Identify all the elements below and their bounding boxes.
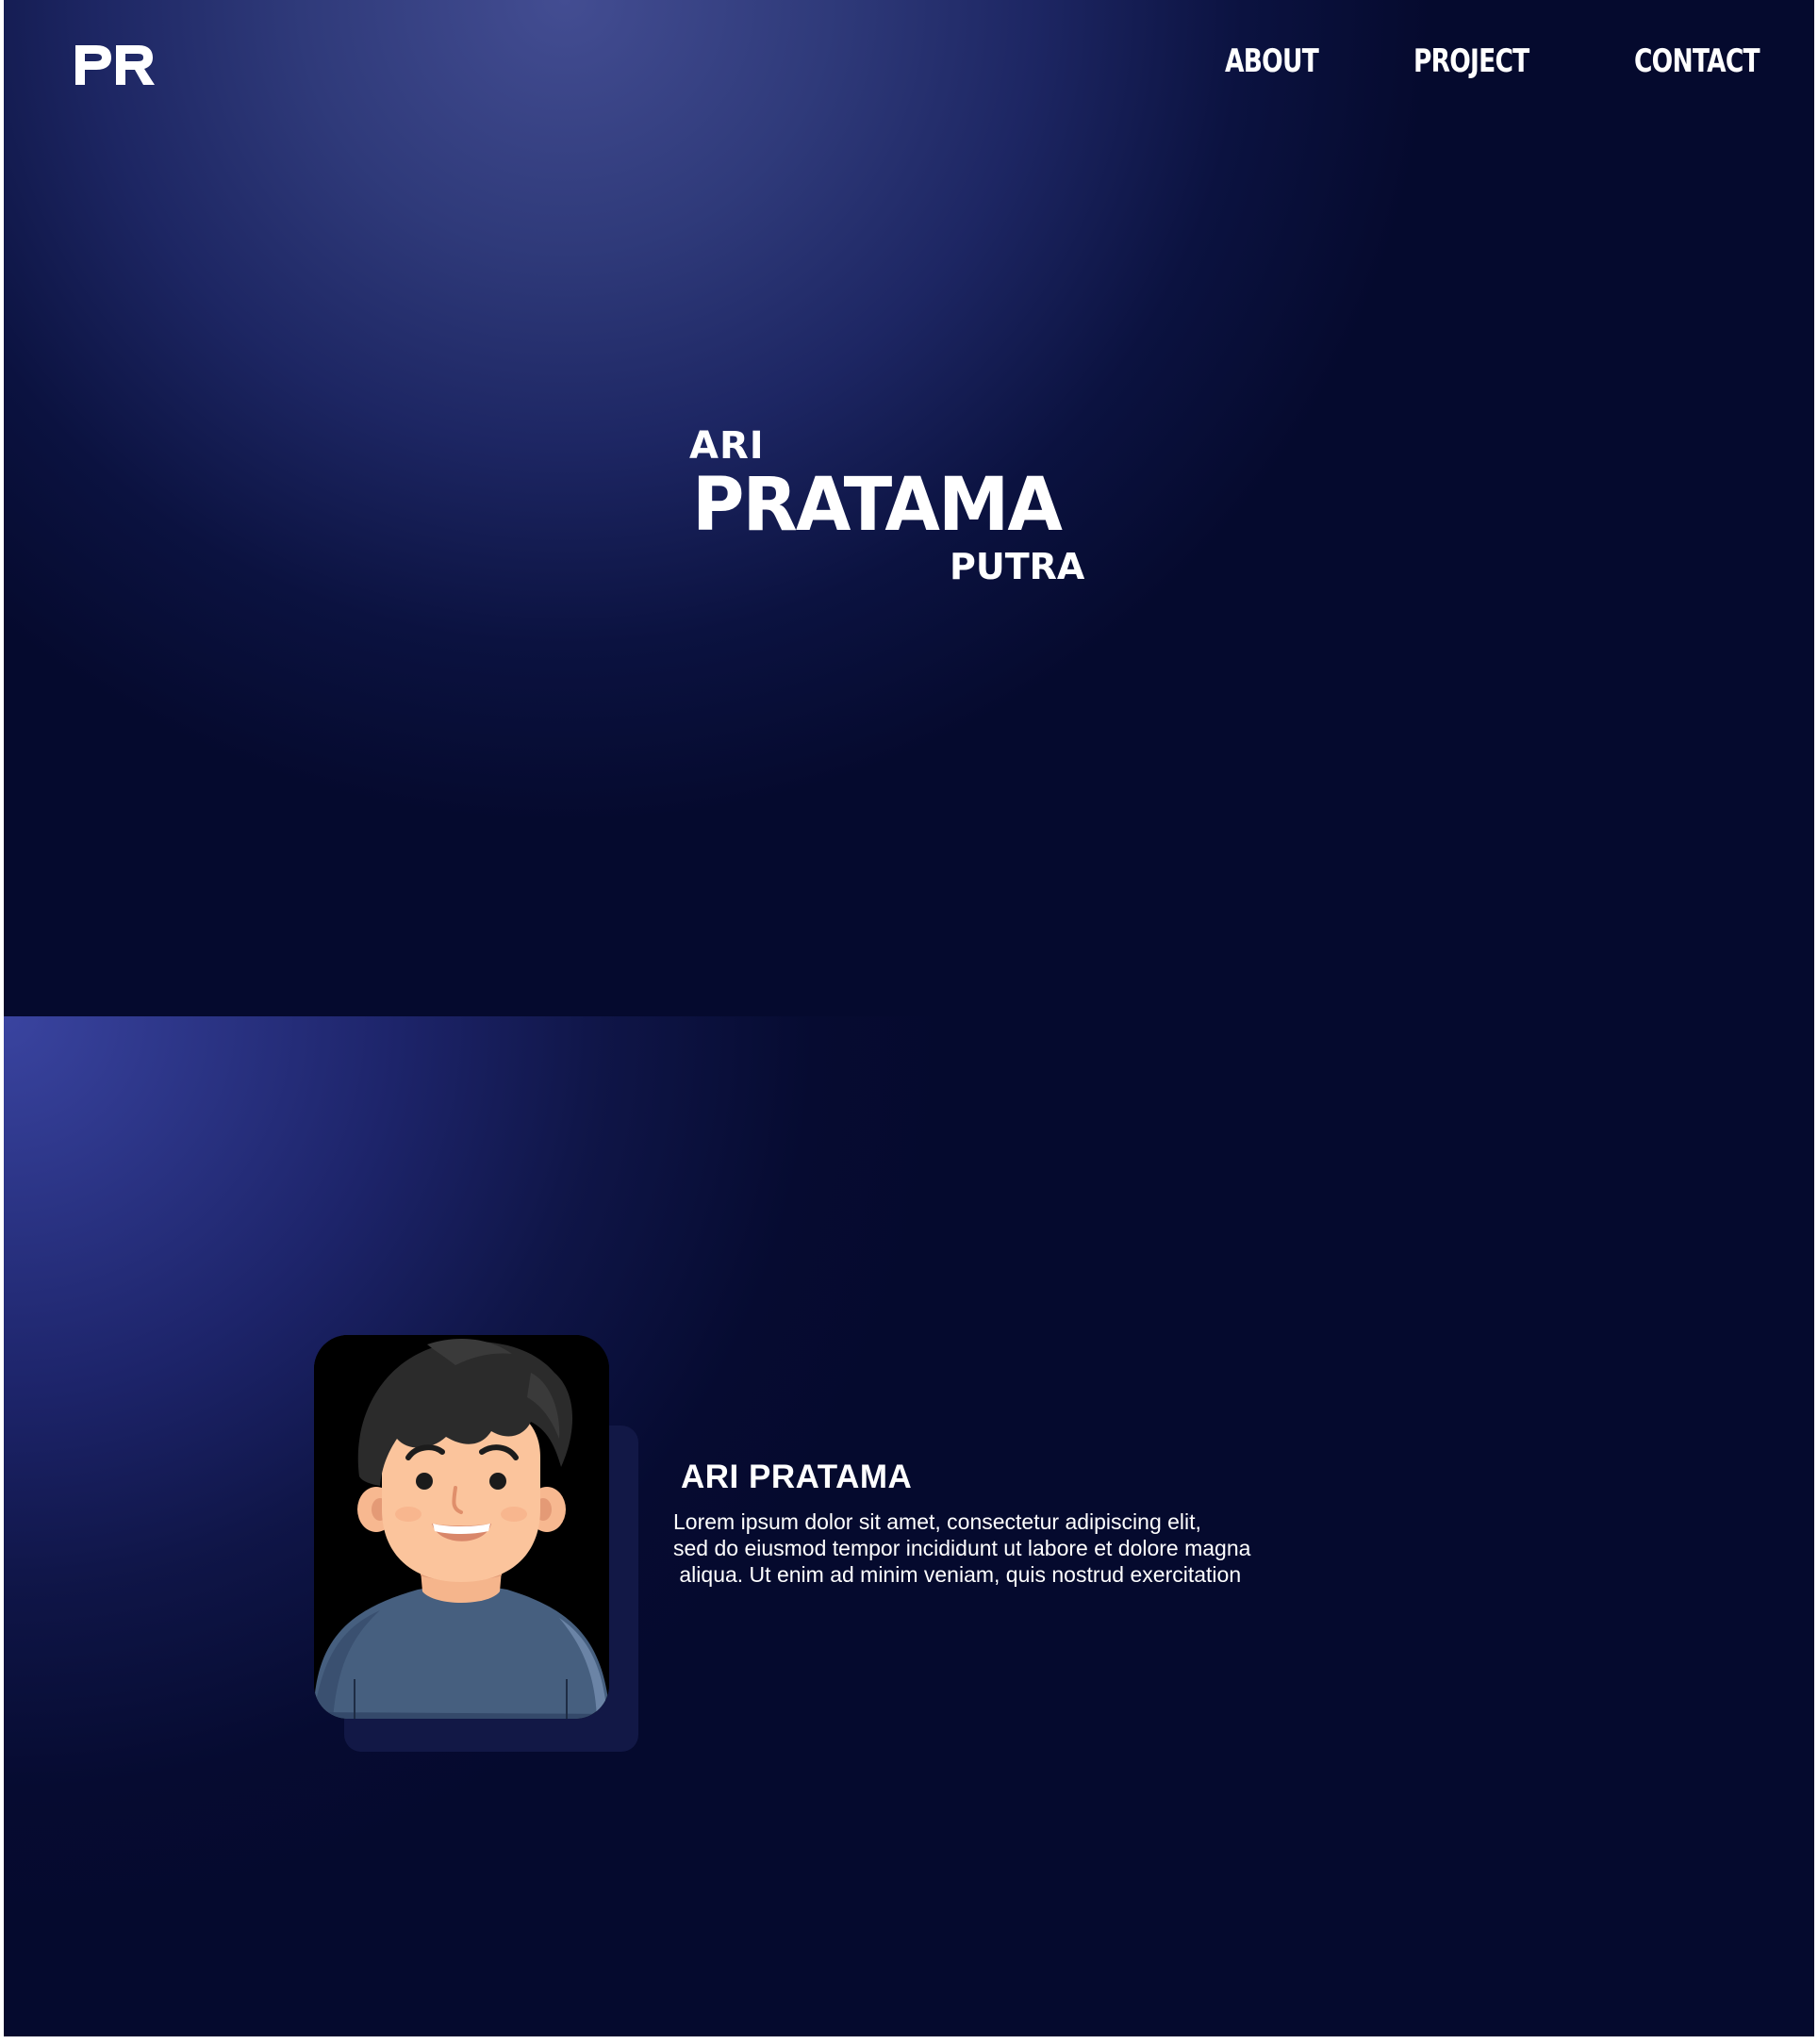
logo[interactable] xyxy=(72,43,157,87)
nav-link-contact[interactable]: CONTACT xyxy=(1634,38,1760,85)
pr-logo-icon xyxy=(75,45,155,85)
nav-link-about[interactable]: ABOUT xyxy=(1225,38,1319,85)
about-bio-line: sed do eiusmod tempor incididunt ut labo… xyxy=(673,1536,1251,1560)
nav-link-project[interactable]: PROJECT xyxy=(1413,38,1529,85)
hero-section: ABOUT PROJECT CONTACT ARI PRATAMA PUTRA xyxy=(4,0,1814,1016)
hero-last-name: PUTRA xyxy=(950,546,1085,587)
about-section: ARI PRATAMA Lorem ipsum dolor sit amet, … xyxy=(4,1016,1814,2036)
about-bio-line: Lorem ipsum dolor sit amet, consectetur … xyxy=(673,1509,1201,1534)
about-name-heading: ARI PRATAMA xyxy=(681,1459,913,1495)
hero-first-name: ARI xyxy=(689,424,765,468)
hero-name: ARI PRATAMA PUTRA xyxy=(689,424,1114,594)
about-bio: Lorem ipsum dolor sit amet, consectetur … xyxy=(673,1508,1277,1588)
about-bio-line: aliqua. Ut enim ad minim veniam, quis no… xyxy=(673,1562,1242,1587)
person-avatar-icon xyxy=(314,1335,609,1719)
avatar xyxy=(314,1335,609,1719)
hero-middle-name: PRATAMA xyxy=(692,463,1063,548)
portfolio-page: ABOUT PROJECT CONTACT ARI PRATAMA PUTRA xyxy=(4,0,1814,2036)
